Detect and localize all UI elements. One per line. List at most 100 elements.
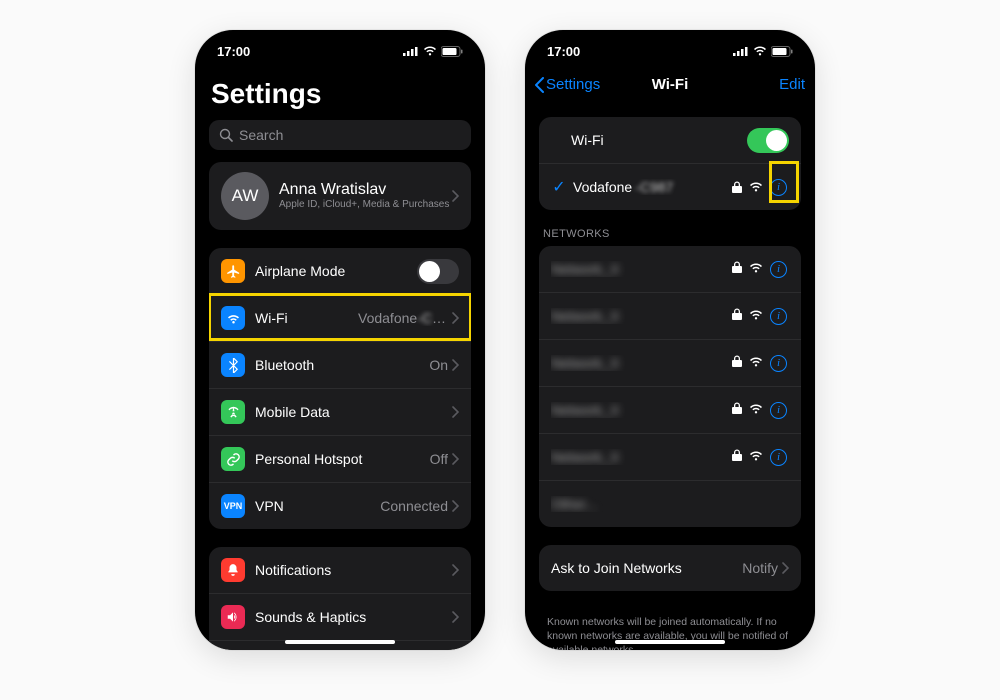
chevron-right-icon [452,564,459,576]
lock-icon [732,401,742,419]
status-indicators [733,46,793,57]
bluetooth-row[interactable]: Bluetooth On [209,341,471,388]
chevron-right-icon [452,500,459,512]
vpn-icon: VPN [221,494,245,518]
ask-join-label: Ask to Join Networks [551,560,742,576]
network-name: Network_X [551,449,619,465]
network-row[interactable]: Network_X i [539,246,801,292]
nav-edit-label: Edit [779,76,805,93]
chevron-right-icon [452,190,459,202]
status-indicators [403,46,463,57]
nav-edit-button[interactable]: Edit [688,76,805,93]
network-row[interactable]: Network_X i [539,292,801,339]
network-row[interactable]: Network_X i [539,386,801,433]
nav-back-button[interactable]: Settings [535,76,652,93]
bluetooth-label: Bluetooth [255,357,429,373]
connectivity-group: Airplane Mode Wi-Fi Vodafone-C987 Blueto… [209,248,471,529]
connected-network-name: Vodafone-C987 [573,179,732,195]
bluetooth-value: On [429,357,448,373]
network-name: Network_X [551,402,619,418]
network-name: Network_X [551,355,619,371]
home-indicator[interactable] [615,640,725,644]
notifications-label: Notifications [255,562,452,578]
status-time: 17:00 [547,44,580,59]
account-name: Anna Wratislav [279,181,452,199]
wifi-signal-icon [749,260,763,278]
status-time: 17:00 [217,44,250,59]
chevron-left-icon [535,77,544,93]
vpn-value: Connected [380,498,448,514]
cellular-icon [403,46,419,56]
bluetooth-icon [221,353,245,377]
nav-back-label: Settings [546,76,600,93]
airplane-label: Airplane Mode [255,263,417,279]
wifi-row[interactable]: Wi-Fi Vodafone-C987 [209,294,471,341]
chevron-right-icon [452,312,459,324]
ask-join-group: Ask to Join Networks Notify [539,545,801,591]
account-group: AW Anna Wratislav Apple ID, iCloud+, Med… [209,162,471,230]
search-placeholder: Search [239,127,283,143]
hotspot-row[interactable]: Personal Hotspot Off [209,435,471,482]
hotspot-label: Personal Hotspot [255,451,430,467]
wifi-toggle-label: Wi-Fi [571,132,747,148]
wifi-status-icon [753,46,767,56]
network-name: Network_X [551,261,619,277]
wifi-signal-icon [749,182,763,192]
network-row[interactable]: Network_X i [539,339,801,386]
ask-join-row[interactable]: Ask to Join Networks Notify [539,545,801,591]
info-icon[interactable]: i [770,355,787,372]
notifications-group: Notifications Sounds & Haptics Focus Scr… [209,547,471,650]
lock-icon [732,181,742,193]
hotspot-value: Off [430,451,448,467]
battery-icon [441,46,463,57]
wifi-toggle[interactable] [747,128,789,153]
info-icon[interactable]: i [770,308,787,325]
wifi-signal-icon [749,307,763,325]
network-row[interactable]: Network_X i [539,433,801,480]
chevron-right-icon [452,453,459,465]
avatar: AW [221,172,269,220]
chevron-right-icon [782,562,789,574]
mobile-data-row[interactable]: Mobile Data [209,388,471,435]
chevron-right-icon [452,406,459,418]
notch [279,30,401,56]
wifi-value: Vodafone-C987 [358,310,448,326]
wifi-toggle-group: Wi-Fi ✓ Vodafone-C987 i [539,117,801,210]
connected-network-row[interactable]: ✓ Vodafone-C987 i [539,163,801,210]
info-icon[interactable]: i [770,179,787,196]
info-icon[interactable]: i [770,449,787,466]
antenna-icon [221,400,245,424]
notifications-row[interactable]: Notifications [209,547,471,593]
chevron-right-icon [452,611,459,623]
phone-wifi: 17:00 Settings Wi-Fi Edit Wi-Fi ✓ Vodafo… [525,30,815,650]
info-icon[interactable]: i [770,261,787,278]
link-icon [221,447,245,471]
home-indicator[interactable] [285,640,395,644]
lock-icon [732,260,742,278]
network-name: Network_X [551,308,619,324]
checkmark-icon: ✓ [551,177,567,197]
search-input[interactable]: Search [209,120,471,150]
nav-bar: Settings Wi-Fi Edit [525,72,815,99]
vpn-row[interactable]: VPN VPN Connected [209,482,471,529]
wifi-status-icon [423,46,437,56]
vpn-label: VPN [255,498,380,514]
sounds-row[interactable]: Sounds & Haptics [209,593,471,640]
airplane-mode-row[interactable]: Airplane Mode [209,248,471,294]
bell-icon [221,558,245,582]
account-row[interactable]: AW Anna Wratislav Apple ID, iCloud+, Med… [209,162,471,230]
wifi-toggle-row[interactable]: Wi-Fi [539,117,801,163]
other-network-row[interactable]: Other... [539,480,801,527]
chevron-right-icon [452,359,459,371]
airplane-icon [221,259,245,283]
other-label: Other... [551,496,597,512]
nav-title: Wi-Fi [652,76,689,93]
airplane-toggle[interactable] [417,259,459,284]
lock-icon [732,354,742,372]
speaker-icon [221,605,245,629]
info-icon[interactable]: i [770,402,787,419]
wifi-signal-icon [749,354,763,372]
ask-join-value: Notify [742,560,778,576]
wifi-label: Wi-Fi [255,310,358,326]
networks-group: Network_XiNetwork_XiNetwork_XiNetwork_Xi… [539,246,801,527]
